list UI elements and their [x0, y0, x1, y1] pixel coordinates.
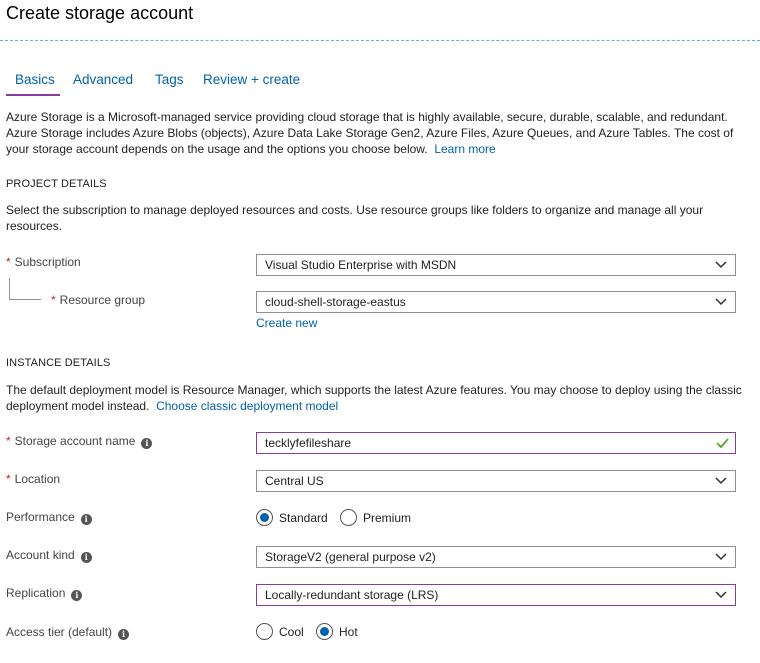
project-desc-line-2: resources.: [6, 219, 63, 233]
title-divider: [0, 40, 760, 41]
tab-review-create[interactable]: Review + create: [203, 72, 300, 87]
subscription-label-text: Subscription: [14, 255, 81, 269]
instance-desc-line-2: deployment model instead.: [6, 399, 150, 413]
storage-account-name-input[interactable]: tecklyfefileshare: [256, 432, 736, 454]
required-marker: *: [6, 472, 11, 486]
instance-description: The default deployment model is Resource…: [6, 382, 746, 414]
chevron-down-icon: [715, 553, 727, 561]
subscription-label: * Subscription: [6, 255, 81, 269]
radio-unselected-icon: [256, 623, 273, 640]
info-icon[interactable]: i: [118, 629, 130, 640]
radio-label: Standard: [279, 511, 328, 525]
project-description: Select the subscription to manage deploy…: [6, 202, 746, 234]
radio-label: Cool: [279, 625, 304, 639]
intro-line-3: your storage account depends on the usag…: [6, 142, 428, 156]
info-icon[interactable]: i: [80, 514, 92, 525]
performance-label-text: Performance: [6, 510, 75, 524]
resource-group-value: cloud-shell-storage-eastus: [265, 295, 406, 309]
instance-details-heading: INSTANCE DETAILS: [6, 357, 111, 369]
access-tier-label-text: Access tier (default): [6, 625, 113, 639]
radio-unselected-icon: [340, 509, 357, 526]
radio-label: Hot: [339, 625, 358, 639]
tree-connector: [9, 278, 41, 300]
subscription-value: Visual Studio Enterprise with MSDN: [265, 258, 457, 272]
location-label: * Location: [6, 472, 60, 486]
replication-dropdown[interactable]: Locally-redundant storage (LRS): [256, 584, 736, 606]
instance-desc-line-1: The default deployment model is Resource…: [6, 383, 742, 397]
resource-group-dropdown[interactable]: cloud-shell-storage-eastus: [256, 291, 736, 313]
tab-basics[interactable]: Basics: [15, 72, 55, 87]
subscription-dropdown[interactable]: Visual Studio Enterprise with MSDN: [256, 254, 736, 276]
info-icon[interactable]: i: [141, 438, 153, 449]
account-kind-value: StorageV2 (general purpose v2): [265, 550, 436, 564]
account-kind-label: Account kind i: [6, 548, 92, 563]
active-tab-indicator: [6, 94, 60, 96]
radio-label: Premium: [363, 511, 412, 525]
chevron-down-icon: [715, 261, 727, 269]
required-marker: *: [6, 434, 11, 448]
create-new-link[interactable]: Create new: [256, 316, 317, 330]
radio-selected-icon: [256, 509, 273, 526]
performance-label: Performance i: [6, 510, 92, 525]
account-kind-dropdown[interactable]: StorageV2 (general purpose v2): [256, 546, 736, 568]
replication-label: Replication i: [6, 586, 83, 601]
storage-name-label: * Storage account name i: [6, 434, 153, 449]
resource-group-label-text: Resource group: [59, 293, 146, 307]
intro-description: Azure Storage is a Microsoft-managed ser…: [6, 109, 746, 157]
page-title: Create storage account: [6, 3, 194, 23]
account-kind-label-text: Account kind: [6, 548, 75, 562]
info-icon[interactable]: i: [71, 590, 83, 601]
replication-value: Locally-redundant storage (LRS): [265, 588, 439, 602]
project-details-heading: PROJECT DETAILS: [6, 178, 107, 190]
tab-tags[interactable]: Tags: [155, 72, 184, 87]
location-dropdown[interactable]: Central US: [256, 470, 736, 492]
learn-more-link[interactable]: Learn more: [434, 142, 495, 156]
info-icon[interactable]: i: [80, 552, 92, 563]
chevron-down-icon: [715, 477, 727, 485]
required-marker: *: [6, 255, 11, 269]
required-marker: *: [51, 293, 56, 307]
classic-deployment-link[interactable]: Choose classic deployment model: [156, 399, 338, 413]
checkmark-icon: [716, 438, 729, 449]
radio-selected-icon: [316, 623, 333, 640]
chevron-down-icon: [715, 591, 727, 599]
tab-advanced[interactable]: Advanced: [73, 72, 133, 87]
intro-line-1: Azure Storage is a Microsoft-managed ser…: [6, 110, 728, 124]
project-desc-line-1: Select the subscription to manage deploy…: [6, 203, 704, 217]
location-value: Central US: [265, 474, 324, 488]
storage-account-name-value: tecklyfefileshare: [265, 436, 352, 450]
replication-label-text: Replication: [6, 586, 66, 600]
resource-group-label: * Resource group: [51, 293, 145, 307]
intro-line-2: Azure Storage includes Azure Blobs (obje…: [6, 126, 734, 140]
storage-name-label-text: Storage account name: [14, 434, 136, 448]
chevron-down-icon: [715, 298, 727, 306]
access-tier-label: Access tier (default) i: [6, 625, 130, 640]
location-label-text: Location: [14, 472, 61, 486]
